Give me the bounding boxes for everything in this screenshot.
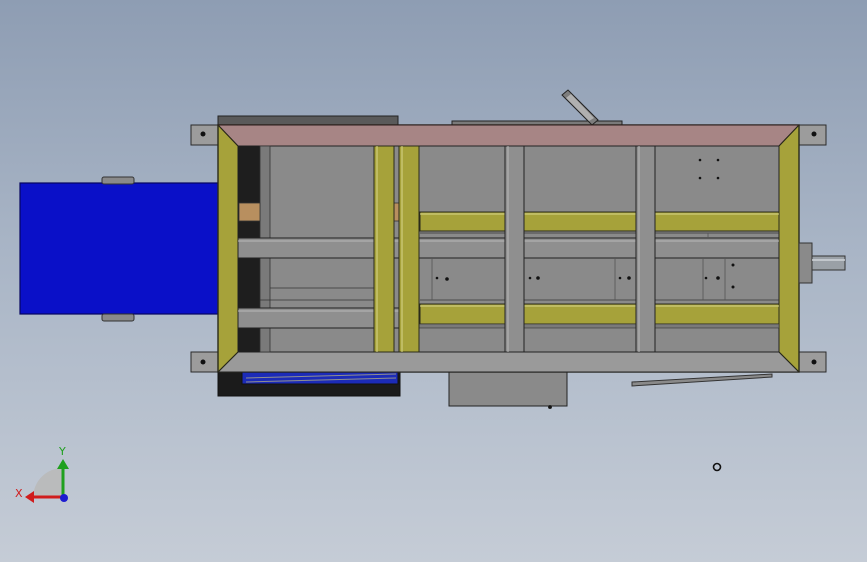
drive-shaft [798,242,846,284]
orientation-triad: X Y [15,445,69,503]
cad-viewport[interactable]: X Y [0,0,867,562]
triad-y-label: Y [58,445,66,458]
bottom-rod [631,373,773,387]
motor-body [19,182,221,315]
top-rail [216,124,801,147]
triad-z-axis [60,494,68,502]
lower-plate [217,369,401,397]
motor-tab-bottom [101,313,135,322]
yellow-bar-upper [419,211,780,232]
loose-fastener [712,462,722,472]
yellow-bar-lower [419,303,780,325]
triad-x-label: X [15,487,23,500]
bottom-rail [216,351,801,373]
top-edge-parts [217,89,623,127]
motor-tab-top [101,176,135,185]
triad-plane [33,467,63,497]
motor-assembly [19,176,221,322]
bottom-enclosure [448,371,568,409]
